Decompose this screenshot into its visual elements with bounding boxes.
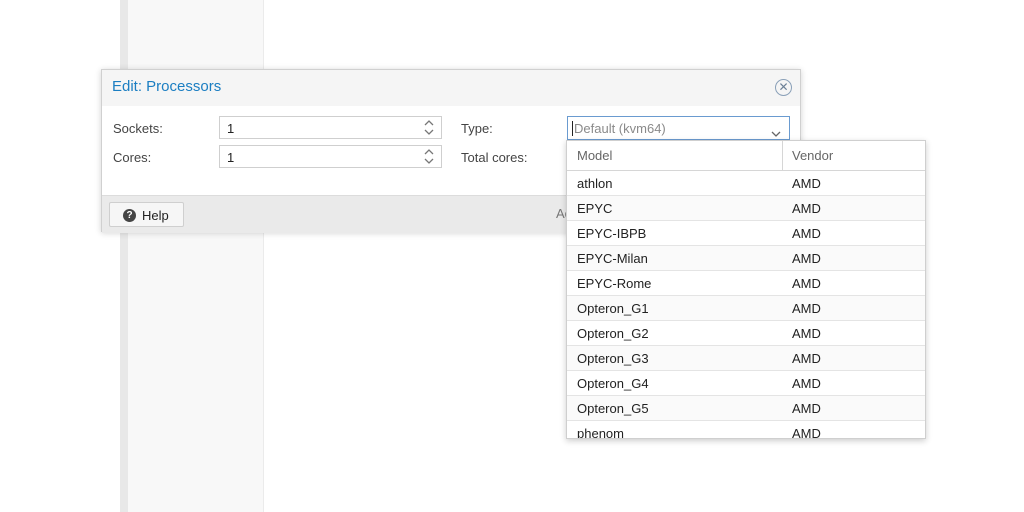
vendor-cell: AMD [792, 251, 821, 266]
cores-value: 1 [227, 150, 235, 165]
model-cell: athlon [577, 176, 613, 191]
model-cell: EPYC-Rome [577, 276, 652, 291]
vendor-cell: AMD [792, 176, 821, 191]
model-cell: phenom [577, 426, 624, 439]
sockets-label: Sockets: [113, 121, 163, 136]
list-item[interactable]: phenom AMD [567, 421, 925, 439]
text-cursor [572, 121, 573, 136]
type-combobox[interactable]: Default (kvm64) [567, 116, 790, 140]
type-placeholder: Default (kvm64) [574, 121, 666, 136]
dialog-title: Edit: Processors [112, 78, 222, 95]
stepper-arrows-icon[interactable] [424, 119, 434, 136]
list-item[interactable]: EPYC-IBPB AMD [567, 221, 925, 246]
vendor-cell: AMD [792, 376, 821, 391]
help-button[interactable]: ? Help [109, 202, 184, 227]
vendor-cell: AMD [792, 276, 821, 291]
cores-label: Cores: [113, 150, 152, 165]
list-item[interactable]: EPYC-Milan AMD [567, 246, 925, 271]
model-cell: EPYC-Milan [577, 251, 648, 266]
dialog-header: Edit: Processors ✕ [102, 70, 800, 106]
list-item[interactable]: Opteron_G5 AMD [567, 396, 925, 421]
column-header-model[interactable]: Model [577, 148, 612, 163]
total-cores-label: Total cores: [461, 150, 528, 165]
model-cell: EPYC-IBPB [577, 226, 647, 241]
type-label: Type: [461, 121, 493, 136]
sockets-stepper[interactable]: 1 [219, 116, 442, 139]
question-icon: ? [123, 209, 136, 222]
cores-stepper[interactable]: 1 [219, 145, 442, 168]
cpu-type-dropdown: Model Vendor athlon AMD EPYC AMD EPYC-IBPB AM… [566, 140, 926, 439]
model-cell: Opteron_G5 [577, 401, 649, 416]
model-cell: Opteron_G1 [577, 301, 649, 316]
vendor-cell: AMD [792, 426, 821, 439]
vendor-cell: AMD [792, 201, 821, 216]
sockets-value: 1 [227, 121, 235, 136]
list-item[interactable]: athlon AMD [567, 171, 925, 196]
chevron-down-icon[interactable] [771, 125, 781, 140]
list-item[interactable]: Opteron_G3 AMD [567, 346, 925, 371]
column-divider [782, 141, 783, 171]
model-cell: Opteron_G3 [577, 351, 649, 366]
column-header-vendor[interactable]: Vendor [792, 148, 833, 163]
vendor-cell: AMD [792, 351, 821, 366]
list-item[interactable]: Opteron_G1 AMD [567, 296, 925, 321]
vendor-cell: AMD [792, 226, 821, 241]
list-item[interactable]: Opteron_G2 AMD [567, 321, 925, 346]
list-item[interactable]: EPYC-Rome AMD [567, 271, 925, 296]
vendor-cell: AMD [792, 301, 821, 316]
list-item[interactable]: Opteron_G4 AMD [567, 371, 925, 396]
model-cell: EPYC [577, 201, 613, 216]
dropdown-header: Model Vendor [567, 141, 925, 171]
model-cell: Opteron_G4 [577, 376, 649, 391]
stepper-arrows-icon[interactable] [424, 148, 434, 165]
close-icon[interactable]: ✕ [775, 79, 792, 96]
list-item[interactable]: EPYC AMD [567, 196, 925, 221]
help-label: Help [142, 208, 169, 223]
model-cell: Opteron_G2 [577, 326, 649, 341]
vendor-cell: AMD [792, 326, 821, 341]
vendor-cell: AMD [792, 401, 821, 416]
